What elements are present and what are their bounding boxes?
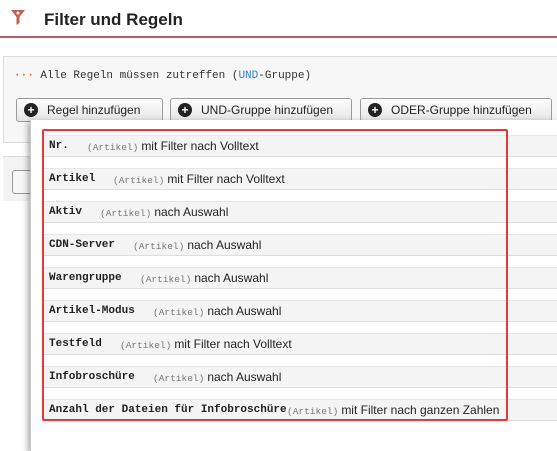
list-item[interactable]: Aktiv (Artikel) nach Auswahl xyxy=(43,201,557,223)
plus-icon: + xyxy=(24,103,38,117)
list-item[interactable]: CDN-Server (Artikel) nach Auswahl xyxy=(43,234,557,256)
page-header: Filter und Regeln xyxy=(0,0,557,38)
funnel-icon xyxy=(9,8,27,28)
rule-type-dropdown: Nr. (Artikel) mit Filter nach Volltext Ar… xyxy=(30,120,557,451)
add-oder-group-button[interactable]: + ODER-Gruppe hinzufügen xyxy=(360,98,552,122)
plus-icon: + xyxy=(368,103,382,117)
page-title: Filter und Regeln xyxy=(44,10,183,29)
add-rule-button[interactable]: + Regel hinzufügen xyxy=(16,98,163,122)
group-description: ··· Alle Regeln müssen zutreffen (UND-Gr… xyxy=(14,70,312,82)
list-item[interactable]: Warengruppe (Artikel) nach Auswahl xyxy=(43,267,557,289)
plus-icon: + xyxy=(178,103,192,117)
drag-handle-icon[interactable]: ··· xyxy=(14,70,34,82)
list-item[interactable]: Artikel-Modus (Artikel) nach Auswahl xyxy=(43,300,557,322)
list-item[interactable]: Nr. (Artikel) mit Filter nach Volltext xyxy=(43,135,557,157)
list-item[interactable]: Anzahl der Dateien für Infobroschüre (Ar… xyxy=(43,399,557,421)
header-divider xyxy=(0,36,557,38)
list-item[interactable]: Testfeld (Artikel) mit Filter nach Vollte… xyxy=(43,333,557,355)
group-type-und: UND xyxy=(238,70,259,82)
add-und-group-button[interactable]: + UND-Gruppe hinzufügen xyxy=(170,98,352,122)
list-item[interactable]: Infobroschüre (Artikel) nach Auswahl xyxy=(43,366,557,388)
list-item[interactable]: Artikel (Artikel) mit Filter nach Volltex… xyxy=(43,168,557,190)
